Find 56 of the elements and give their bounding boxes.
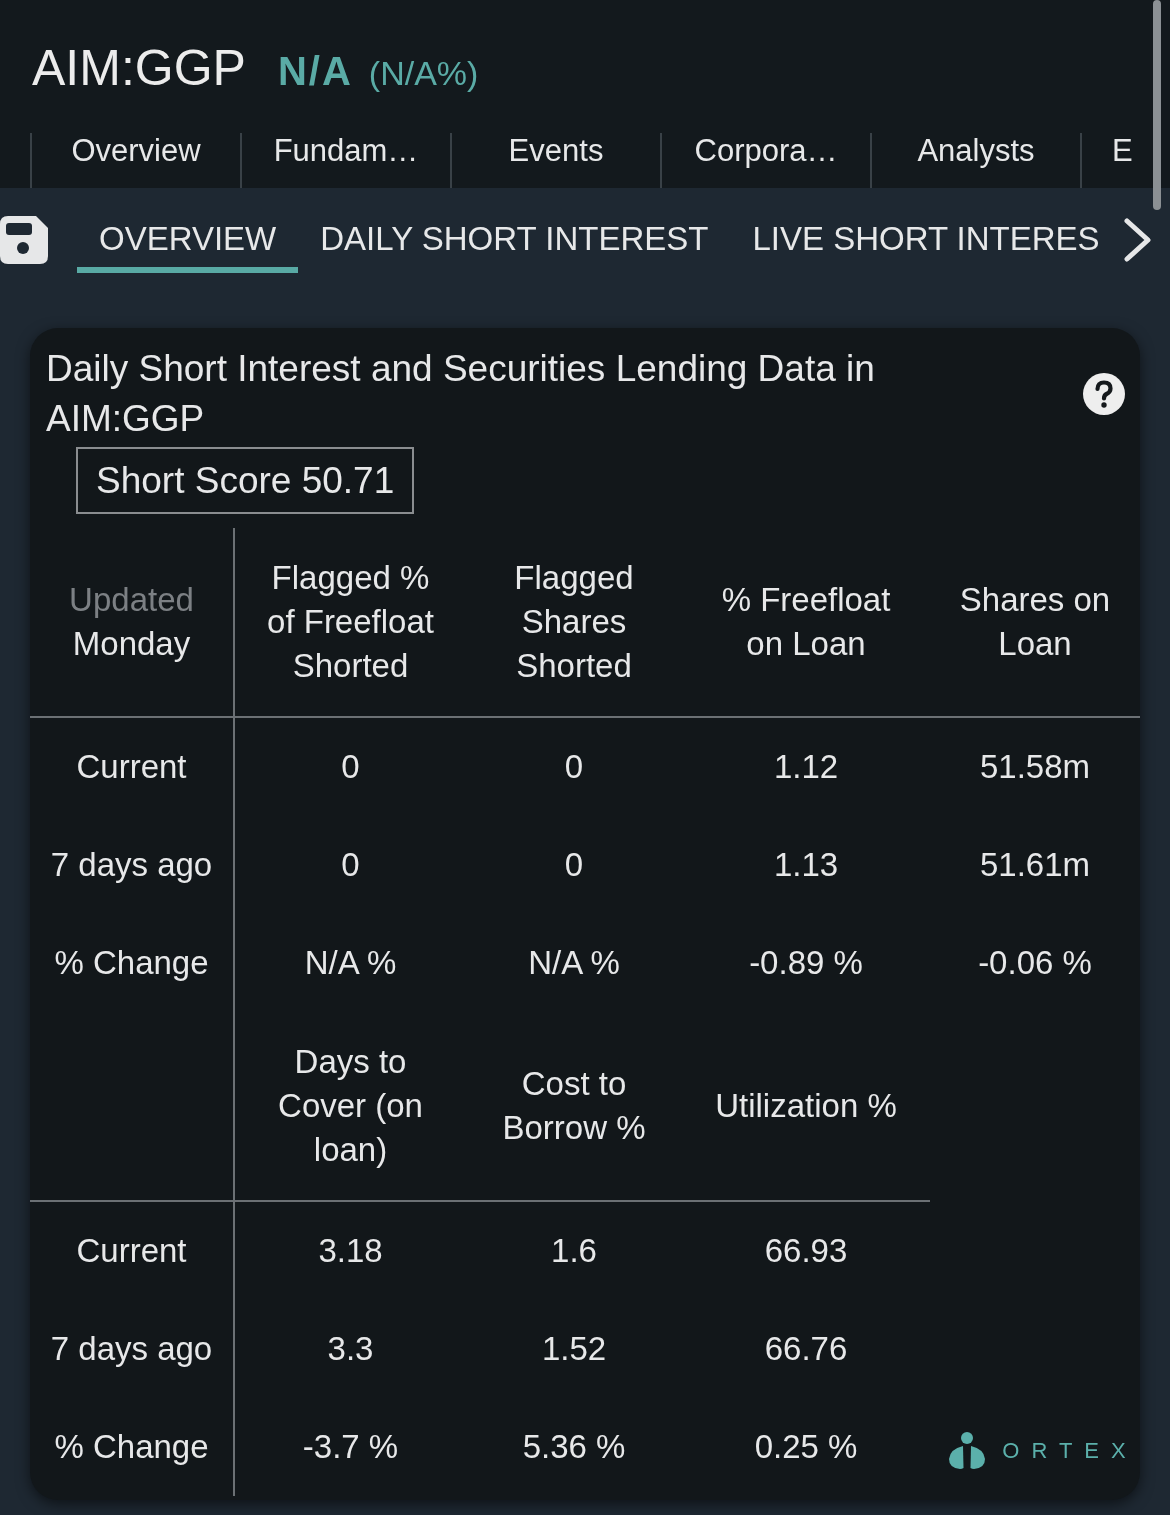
table-cell-text: 3.18 <box>318 1231 383 1271</box>
stock-price: N/A <box>277 49 353 94</box>
nav-tab[interactable]: Fundam… <box>240 133 450 188</box>
table-cell-text: N/A % <box>304 943 397 983</box>
table-cell-text: 1.6 <box>551 1231 597 1271</box>
table-cell-text: 66.93 <box>764 1231 848 1271</box>
column-header: Days to Cover (on loan) <box>277 1042 424 1170</box>
table-cell-text: 0.25 % <box>754 1427 858 1467</box>
nav-tab[interactable]: Analysts <box>870 133 1080 188</box>
column-header: % Freefloat on Loan <box>720 580 892 664</box>
nav-tab[interactable]: E <box>1080 133 1133 188</box>
short-score: Short Score 50.71 <box>76 447 415 514</box>
row-label: % Change <box>54 1427 209 1467</box>
table-cell-text: -0.89 % <box>749 943 863 983</box>
column-header: Flagged % of Freefloat Shorted <box>266 558 435 686</box>
scrollbar[interactable] <box>1153 0 1161 210</box>
table-cell-text: 51.61m <box>979 845 1091 885</box>
table-cell-text: -0.06 % <box>978 943 1092 983</box>
table-cell-text: 1.13 <box>773 845 839 885</box>
card-title: Daily Short Interest and Securities Lending Data in AIM:GGP <box>46 347 876 441</box>
row-label: 7 days ago <box>50 1329 213 1369</box>
row-label: Current <box>76 747 187 787</box>
stock-symbol: AIM:GGP <box>32 40 246 96</box>
row-label: % Change <box>54 943 209 983</box>
table-cell-text: -3.7 % <box>302 1427 399 1467</box>
table-cell-text: 1.12 <box>773 747 839 787</box>
column-header: Cost to Borrow % <box>501 1064 647 1148</box>
row-label: 7 days ago <box>50 845 213 885</box>
column-header: Utilization % <box>715 1086 897 1126</box>
nav-tab[interactable]: Corpora… <box>660 133 870 188</box>
column-header: Shares on Loan <box>958 580 1112 664</box>
table-cell-text: 1.52 <box>541 1329 607 1369</box>
nav-tab[interactable]: Overview <box>30 133 240 188</box>
table-cell-text: 0 <box>564 747 584 787</box>
person-logo-icon <box>948 1432 987 1470</box>
table-cell-text: 5.36 % <box>522 1427 626 1467</box>
brand-logo: ORTEX <box>1002 1437 1138 1465</box>
nav-tab[interactable]: Events <box>450 133 660 188</box>
section-tab[interactable]: OVERVIEW <box>77 215 299 273</box>
table-cell-text: 51.58m <box>979 747 1091 787</box>
updated-day: Monday <box>72 622 191 666</box>
save-icon[interactable] <box>0 216 48 264</box>
section-tab[interactable]: LIVE SHORT INTERES <box>730 215 1117 273</box>
table-cell-text: N/A % <box>528 943 620 983</box>
table-cell-text: 66.76 <box>764 1329 848 1369</box>
table-cell-text: 3.3 <box>327 1329 374 1369</box>
price-change: (N/A%) <box>368 54 479 93</box>
help-icon[interactable] <box>1083 373 1125 415</box>
chevron-right-icon[interactable] <box>1123 218 1153 262</box>
column-header: Flagged Shares Shorted <box>513 558 635 686</box>
updated-label: Updated <box>69 580 194 620</box>
table-cell-text: 0 <box>564 845 584 885</box>
section-tab[interactable]: DAILY SHORT INTEREST <box>298 215 731 273</box>
row-label: Current <box>76 1231 187 1271</box>
table-cell-text: 0 <box>341 845 360 885</box>
table-cell-text: 0 <box>341 747 360 787</box>
